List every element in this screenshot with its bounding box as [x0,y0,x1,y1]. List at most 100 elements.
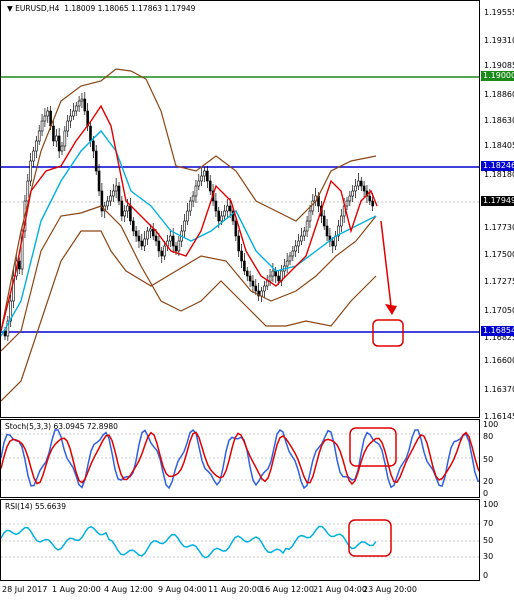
candle-body [223,210,226,217]
candle-body [37,130,41,142]
rsi-level-30: 30 [483,552,494,561]
candle-body [263,285,266,292]
candle-body [17,260,21,270]
candle-body [354,185,357,192]
candle-body [300,235,303,242]
candle-body [351,190,355,197]
rsi-line [1,525,377,559]
target-highlight-box [372,319,404,347]
stoch-level-100: 100 [483,420,499,429]
candle-body [234,220,238,237]
badge-current-price: 1.17949 [481,196,514,206]
band-middle [1,215,377,402]
candle-body [362,185,366,192]
badge-lower-level: 1.16854 [481,326,514,336]
time-axis-label: 11 Aug 20:00 [208,585,262,594]
candle-body [94,150,98,172]
price-axis-label: 1.18405 [484,141,514,150]
candle-body [331,240,335,247]
candle-body [194,185,198,197]
time-axis-label: 1 Aug 20:00 [52,585,101,594]
rsi-level-100: 100 [483,500,499,509]
candle-body [325,225,329,237]
candle-body [163,245,166,257]
candle-body [63,130,67,147]
rsi-level-50: 50 [483,536,494,545]
price-axis-label: 1.18630 [484,116,514,125]
rsi-level-70: 70 [483,519,494,528]
candle-body [217,210,221,222]
candle-body [131,220,135,232]
candle-body [268,275,272,282]
candle-body [29,160,32,182]
candle-body [237,235,240,252]
candle-body [52,125,55,142]
candle-body [285,260,289,267]
candle-body [154,235,158,242]
price-axis-label: 1.17500 [484,250,514,259]
candle-body [117,185,121,202]
candle-body [254,285,258,292]
time-axis-label: 23 Aug 20:00 [363,585,417,594]
price-chart-canvas [1,68,479,402]
candle-body [240,250,243,262]
candle-body [92,140,95,152]
candle-body [151,228,155,237]
candle-body [248,275,252,282]
candle-body [43,115,47,122]
candle-body [120,200,124,217]
candle-body [149,228,152,232]
price-axis-label: 1.18180 [484,170,514,179]
price-axis-label: 1.17730 [484,223,514,232]
candle-body [160,250,164,257]
candle-body [271,270,275,277]
candle-body [40,120,44,132]
candle-body [203,170,206,177]
candle-body [177,240,181,252]
candle-body [169,235,172,242]
candle-body [46,110,50,117]
stoch-level-20: 20 [483,477,494,486]
forecast-arrow-head [385,304,397,315]
candle-body [74,105,78,112]
candle-body [291,250,295,257]
candle-body [206,170,209,182]
candle-body [188,200,192,212]
stoch-signal-line [1,431,479,486]
candle-body [311,200,315,212]
price-chart-pane[interactable]: ▼ EURUSD,H4 1.18009 1.18065 1.17863 1.17… [0,0,480,418]
candle-body [140,240,144,247]
rsi-canvas [1,519,479,559]
candle-body [137,235,141,242]
stochastic-canvas [1,427,479,490]
badge-upper-level: 1.18246 [481,161,514,171]
candle-body [114,185,118,192]
stochastic-pane[interactable]: Stoch(5,3,3) 63.0945 72.8980 [0,419,480,498]
time-axis-label: 9 Aug 04:00 [158,585,207,594]
stoch-level-0: 0 [483,489,489,498]
candle-body [288,255,292,262]
candle-body [80,98,84,102]
candle-body [60,145,64,152]
candle-body [35,140,38,152]
candle-body [371,200,374,207]
candle-body [143,238,146,247]
candle-body [157,240,161,252]
badge-green-level: 1.19000 [481,71,514,81]
candle-body [83,98,87,112]
candle-body [197,180,201,187]
candle-body [146,230,149,240]
time-axis-label: 28 Jul 2017 [2,585,48,594]
candle-body [134,230,138,237]
candle-body [186,210,189,222]
candle-body [345,200,349,207]
candle-body [348,195,352,202]
candle-body [54,135,58,142]
price-axis-label: 1.16600 [484,356,514,365]
candle-body [123,210,126,217]
candle-body [129,205,132,222]
price-axis-label: 1.17050 [484,306,514,315]
candle-body [322,215,326,227]
rsi-pane[interactable]: RSI(14) 55.6639 [0,499,480,581]
candle-body [277,275,280,282]
